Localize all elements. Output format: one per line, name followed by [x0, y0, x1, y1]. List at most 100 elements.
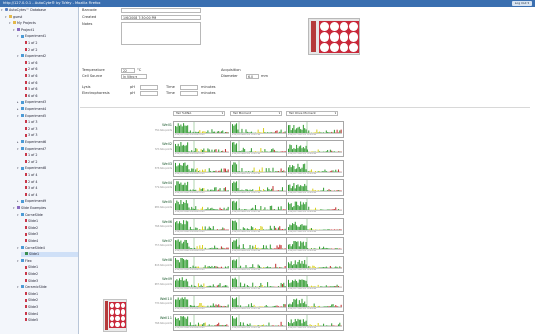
well-name[interactable]: Well3: [140, 162, 172, 166]
electrophoresis-time-input[interactable]: [180, 91, 198, 96]
tree-item[interactable]: ▾ Experiment1: [17, 34, 78, 39]
cell-source-select[interactable]: In Vitro ▾: [121, 74, 147, 79]
diameter-input[interactable]: 6.0: [246, 74, 259, 79]
metric-select-1[interactable]: Tail %DNA ▾: [173, 111, 225, 116]
tree-item[interactable]: 2 of 4: [21, 180, 78, 185]
well-name[interactable]: Well10: [140, 297, 172, 301]
tree-item[interactable]: Slide3: [21, 279, 78, 284]
tree-item[interactable]: ▾ Experiment8: [17, 166, 78, 171]
histogram-plot[interactable]: 0.00 μ = 1.260, σ = 1.330 4.00: [286, 198, 344, 216]
tree-item[interactable]: 2 of 2: [21, 48, 78, 53]
tree-item[interactable]: Slide5: [21, 318, 78, 323]
tree-item[interactable]: 2 of 6: [21, 67, 78, 72]
logout-button[interactable]: Log Out ▾: [511, 1, 532, 6]
tree-item[interactable]: ▾ CeramicSlide: [17, 285, 78, 290]
histogram-plot[interactable]: 0.00 μ = 1.260, σ = 1.330 4.00: [286, 159, 344, 177]
tree-item[interactable]: Slide3: [21, 305, 78, 310]
histogram-plot[interactable]: 0.00 μ = 0.850, σ = 1.100 2.00: [230, 256, 288, 274]
histogram-plot[interactable]: 0.00 μ = 1.260, σ = 1.330 4.00: [286, 217, 344, 235]
histogram-plot[interactable]: 0.00 μ = 0.850, σ = 1.100 2.00: [230, 294, 288, 312]
tree-item[interactable]: 4 of 6: [21, 81, 78, 86]
tree-item[interactable]: ▾ Project1: [13, 28, 78, 33]
tree-item[interactable]: 3 of 3: [21, 133, 78, 138]
tree-item[interactable]: Slide1: [21, 252, 78, 258]
histogram-plot[interactable]: 0.00 μ = 9.000, σ = 6.900 25.00: [173, 140, 231, 158]
histogram-plot[interactable]: 0.00 μ = 1.260, σ = 1.330 4.00: [286, 256, 344, 274]
tree-item[interactable]: Slide3: [21, 232, 78, 237]
histogram-plot[interactable]: 0.00 μ = 1.260, σ = 1.330 4.00: [286, 275, 344, 293]
tree-item[interactable]: 3 of 4: [21, 186, 78, 191]
well-name[interactable]: Well9: [140, 277, 172, 281]
tree-item[interactable]: ▸ Experiment9: [17, 199, 78, 204]
histogram-plot[interactable]: 0.00 μ = 9.000, σ = 6.900 25.00: [173, 178, 231, 196]
histogram-plot[interactable]: 0.00 μ = 0.850, σ = 1.100 2.00: [230, 140, 288, 158]
histogram-plot[interactable]: 0.00 μ = 0.850, σ = 1.100 2.00: [230, 314, 288, 331]
collapse-icon[interactable]: ▾: [1, 8, 4, 13]
tree-item[interactable]: ▾ Flex: [17, 259, 78, 264]
tree-item[interactable]: ▾ Experiment7: [17, 147, 78, 152]
tree-item[interactable]: 4 of 4: [21, 193, 78, 198]
notes-textarea[interactable]: [121, 22, 201, 45]
tree-item[interactable]: Slide4: [21, 312, 78, 317]
tree-item[interactable]: ▾ Slide Examples: [13, 206, 78, 211]
tree-item[interactable]: ▾ guest: [5, 15, 78, 20]
tree-item[interactable]: ▸ Experiment3: [17, 100, 78, 105]
well-name[interactable]: Well2: [140, 142, 172, 146]
tree-item[interactable]: 1 of 2: [21, 41, 78, 46]
tree-item[interactable]: 1 of 2: [21, 153, 78, 158]
temperature-input[interactable]: 22: [121, 68, 135, 73]
tree-item[interactable]: 1 of 6: [21, 61, 78, 66]
tree-item[interactable]: 3 of 6: [21, 74, 78, 79]
tree-item[interactable]: 1 of 3: [21, 120, 78, 125]
tree-item[interactable]: ▾ Experiment5: [17, 114, 78, 119]
tree-item[interactable]: ▾ CorneSlide: [17, 213, 78, 218]
tree-item[interactable]: 2 of 2: [21, 160, 78, 165]
histogram-plot[interactable]: 0.00 μ = 0.850, σ = 1.100 2.00: [230, 275, 288, 293]
well-name[interactable]: Well11: [140, 316, 172, 320]
histogram-plot[interactable]: 0.00 μ = 0.850, σ = 1.100 2.00: [230, 159, 288, 177]
histogram-plot[interactable]: 0.00 μ = 9.000, σ = 6.900 25.00: [173, 314, 231, 331]
histogram-plot[interactable]: 0.00 μ = 1.260, σ = 1.330 4.00: [286, 236, 344, 254]
tree-item[interactable]: 6 of 6: [21, 94, 78, 99]
histogram-plot[interactable]: 0.00 μ = 0.850, σ = 1.100 2.00: [230, 198, 288, 216]
histogram-plot[interactable]: 0.00 μ = 1.260, σ = 1.330 4.00: [286, 140, 344, 158]
tree-item[interactable]: Slide1: [21, 292, 78, 297]
histogram-plot[interactable]: 0.00 μ = 1.260, σ = 1.330 4.00: [286, 178, 344, 196]
lysis-time-input[interactable]: [180, 85, 198, 90]
tree-item[interactable]: Slide2: [21, 226, 78, 231]
tree-item[interactable]: 1 of 4: [21, 173, 78, 178]
histogram-plot[interactable]: 0.00 μ = 1.260, σ = 1.330 4.00: [286, 121, 344, 138]
created-field[interactable]: 1/6/2008 7:30:00 PM: [121, 15, 201, 20]
tree-item[interactable]: ▾ CorneSlide4: [17, 246, 78, 251]
histogram-plot[interactable]: 0.00 μ = 9.000, σ = 6.900 25.00: [173, 275, 231, 293]
lysis-ph-input[interactable]: [140, 85, 158, 90]
histogram-plot[interactable]: 0.00 μ = 0.850, σ = 1.100 2.00: [230, 121, 288, 138]
histogram-plot[interactable]: 0.00 μ = 0.850, σ = 1.100 2.00: [230, 178, 288, 196]
tree-item[interactable]: ▾ Experiment2: [17, 54, 78, 59]
tree-item[interactable]: ▸ Experiment4: [17, 107, 78, 112]
well-name[interactable]: Well8: [140, 258, 172, 262]
histogram-plot[interactable]: 0.00 μ = 9.000, σ = 6.900 25.00: [173, 256, 231, 274]
histogram-plot[interactable]: 0.00 μ = 9.000, σ = 6.900 25.00: [173, 294, 231, 312]
metric-select-2[interactable]: Tail Moment ▾: [230, 111, 282, 116]
histogram-plot[interactable]: 0.00 μ = 0.850, σ = 1.100 2.00: [230, 217, 288, 235]
tree-item[interactable]: Slide1: [21, 219, 78, 224]
tree-item[interactable]: 5 of 6: [21, 87, 78, 92]
metric-select-3[interactable]: Tail Olive Moment ▾: [286, 111, 338, 116]
histogram-plot[interactable]: 0.00 μ = 9.000, σ = 6.900 25.00: [173, 198, 231, 216]
plate-thumbnail[interactable]: [103, 299, 127, 332]
tree-item[interactable]: ▸ Experiment6: [17, 140, 78, 145]
tree-item[interactable]: Slide4: [21, 239, 78, 244]
project-tree[interactable]: ▾ AutoCytes™ Database ▾ guest ▾ My Projects ▾ P…: [0, 7, 79, 334]
well-name[interactable]: Well1: [140, 123, 172, 127]
well-name[interactable]: Well5: [140, 200, 172, 204]
tree-item[interactable]: 2 of 3: [21, 127, 78, 132]
histogram-plot[interactable]: 0.00 μ = 9.000, σ = 6.900 25.00: [173, 121, 231, 138]
barcode-input[interactable]: [121, 8, 201, 13]
histogram-plot[interactable]: 0.00 μ = 0.850, σ = 1.100 2.00: [230, 236, 288, 254]
tree-item[interactable]: Slide1: [21, 265, 78, 270]
histogram-plot[interactable]: 0.00 μ = 9.000, σ = 6.900 25.00: [173, 159, 231, 177]
tree-item[interactable]: Slide2: [21, 272, 78, 277]
tree-item[interactable]: ▾ My Projects: [9, 21, 78, 26]
well-name[interactable]: Well7: [140, 239, 172, 243]
